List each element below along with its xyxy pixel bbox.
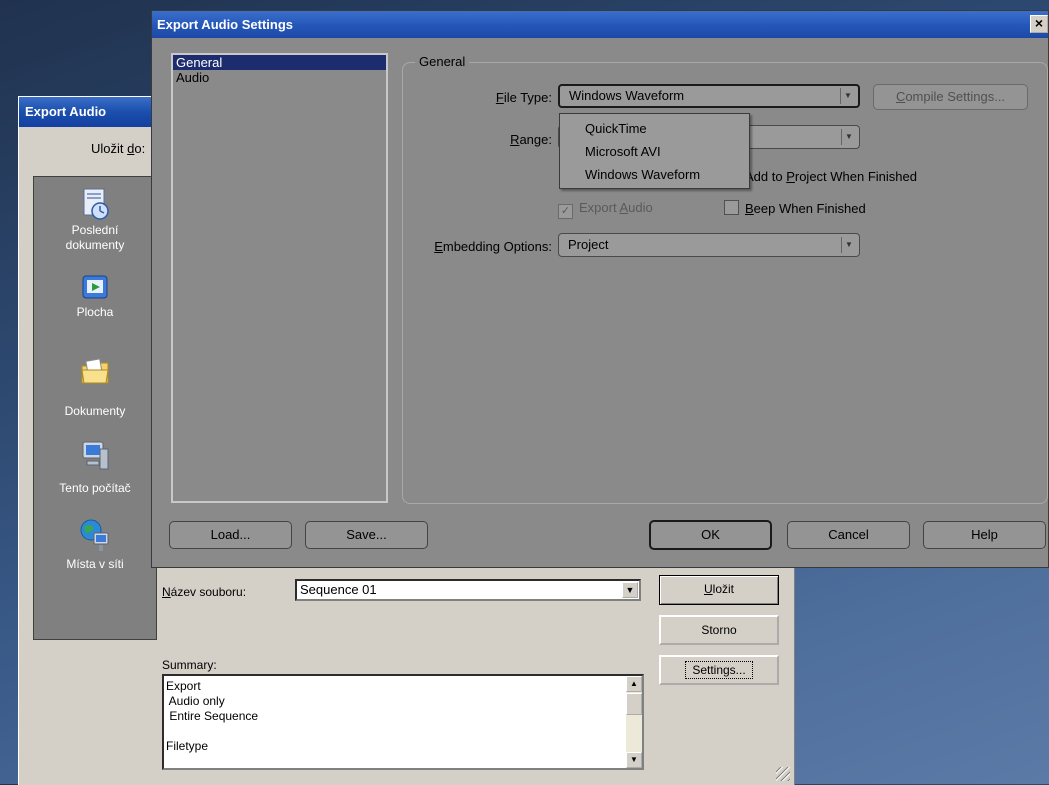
embedding-label: Embedding Options: [434,239,552,254]
scroll-down-icon[interactable]: ▼ [626,752,642,768]
place-label: Místa v síti [66,557,124,571]
cancel-settings-button[interactable]: Cancel [787,521,910,549]
summary-line: Audio only [166,694,225,708]
file-type-label: File Type: [495,90,552,105]
chevron-down-icon: ▼ [841,129,856,145]
resize-grip-icon[interactable] [776,767,790,781]
place-label: Tento počítač [59,481,131,495]
place-my-documents[interactable]: Dokumenty [34,357,156,419]
chevron-down-icon[interactable]: ▼ [622,582,638,598]
save-settings-button[interactable]: Save... [305,521,428,549]
summary-line: Filetype [166,739,209,753]
compile-settings-button[interactable]: Compile Settings... [873,84,1028,110]
help-button[interactable]: Help [923,521,1046,549]
add-to-project-checkbox[interactable]: Add to Project When Finished [724,168,917,185]
menu-item-quicktime[interactable]: QuickTime [560,117,749,140]
chevron-down-icon: ▼ [841,237,856,253]
summary-line: Export [166,679,201,693]
ok-button[interactable]: OK [649,520,772,550]
file-type-dropdown-menu: QuickTime Microsoft AVI Windows Waveform [559,113,750,189]
cancel-button-label: Storno [701,623,737,637]
place-label: Dokumenty [64,404,126,418]
menu-item-windows-waveform[interactable]: Windows Waveform [560,163,749,186]
my-computer-icon [82,441,109,470]
desktop-icon [82,275,108,299]
menu-item-microsoft-avi[interactable]: Microsoft AVI [560,140,749,163]
places-bar: Poslední dokumenty Plocha Dokumenty Tent… [33,176,157,640]
load-button[interactable]: Load... [169,521,292,549]
range-label: Range: [510,132,552,147]
scroll-up-icon[interactable]: ▲ [626,676,642,692]
export-audio-settings-dialog: Export Audio Settings × General Audio Ge… [151,10,1049,568]
my-documents-icon [81,358,109,384]
checkbox-box[interactable] [724,200,739,215]
save-button[interactable]: Uložit [659,575,779,605]
add-to-project-label: Add to Project When Finished [745,169,917,184]
summary-line [166,724,258,739]
close-icon[interactable]: × [1030,15,1048,33]
chevron-down-icon: ▼ [840,88,855,104]
place-label: dokumenty [65,238,125,252]
settings-title: Export Audio Settings [157,17,294,32]
filename-value: Sequence 01 [300,582,377,597]
general-group-title: General [415,54,470,69]
beep-label: Beep When Finished [745,201,866,216]
category-item-audio[interactable]: Audio [173,70,386,85]
settings-titlebar[interactable]: Export Audio Settings × [152,11,1048,38]
beep-checkbox[interactable]: Beep When Finished [724,200,866,217]
category-list[interactable]: General Audio [171,53,388,503]
settings-button[interactable]: Settings... [659,655,779,685]
checkmark-icon[interactable]: ✓ [558,204,573,219]
embedding-select[interactable]: Project ▼ [558,233,860,257]
filename-input[interactable]: Sequence 01 ▼ [295,579,641,601]
summary-line: Entire Sequence [166,709,259,723]
export-audio-checkbox[interactable]: ✓ Export Audio [558,200,653,219]
category-item-general[interactable]: General [173,55,386,70]
export-audio-label: Export Audio [579,200,653,215]
export-audio-title: Export Audio [25,104,107,119]
filename-label: Název souboru: [162,585,247,599]
file-type-select[interactable]: Windows Waveform ▼ [558,84,860,108]
cancel-button[interactable]: Storno [659,615,779,645]
save-in-label: Uložit do: [91,141,146,156]
network-places-icon [80,519,109,551]
place-label: Poslední [71,223,119,237]
summary-label: Summary: [162,658,217,672]
place-recent-documents[interactable]: Poslední dokumenty [34,187,156,253]
recent-documents-icon [83,188,109,220]
place-desktop[interactable]: Plocha [34,273,156,320]
summary-box[interactable]: Export Audio only Entire Sequence Filety… [162,674,644,770]
place-label: Plocha [76,305,114,319]
place-network[interactable]: Místa v síti [34,517,156,572]
file-type-value: Windows Waveform [569,88,685,103]
embedding-value: Project [568,237,609,252]
summary-scrollbar[interactable]: ▲ ▼ [626,676,642,768]
settings-button-label: Settings... [685,661,753,679]
place-my-computer[interactable]: Tento počítač [34,439,156,496]
summary-lines: Export Audio only Entire Sequence Filety… [166,679,258,754]
scroll-thumb[interactable] [626,693,642,715]
